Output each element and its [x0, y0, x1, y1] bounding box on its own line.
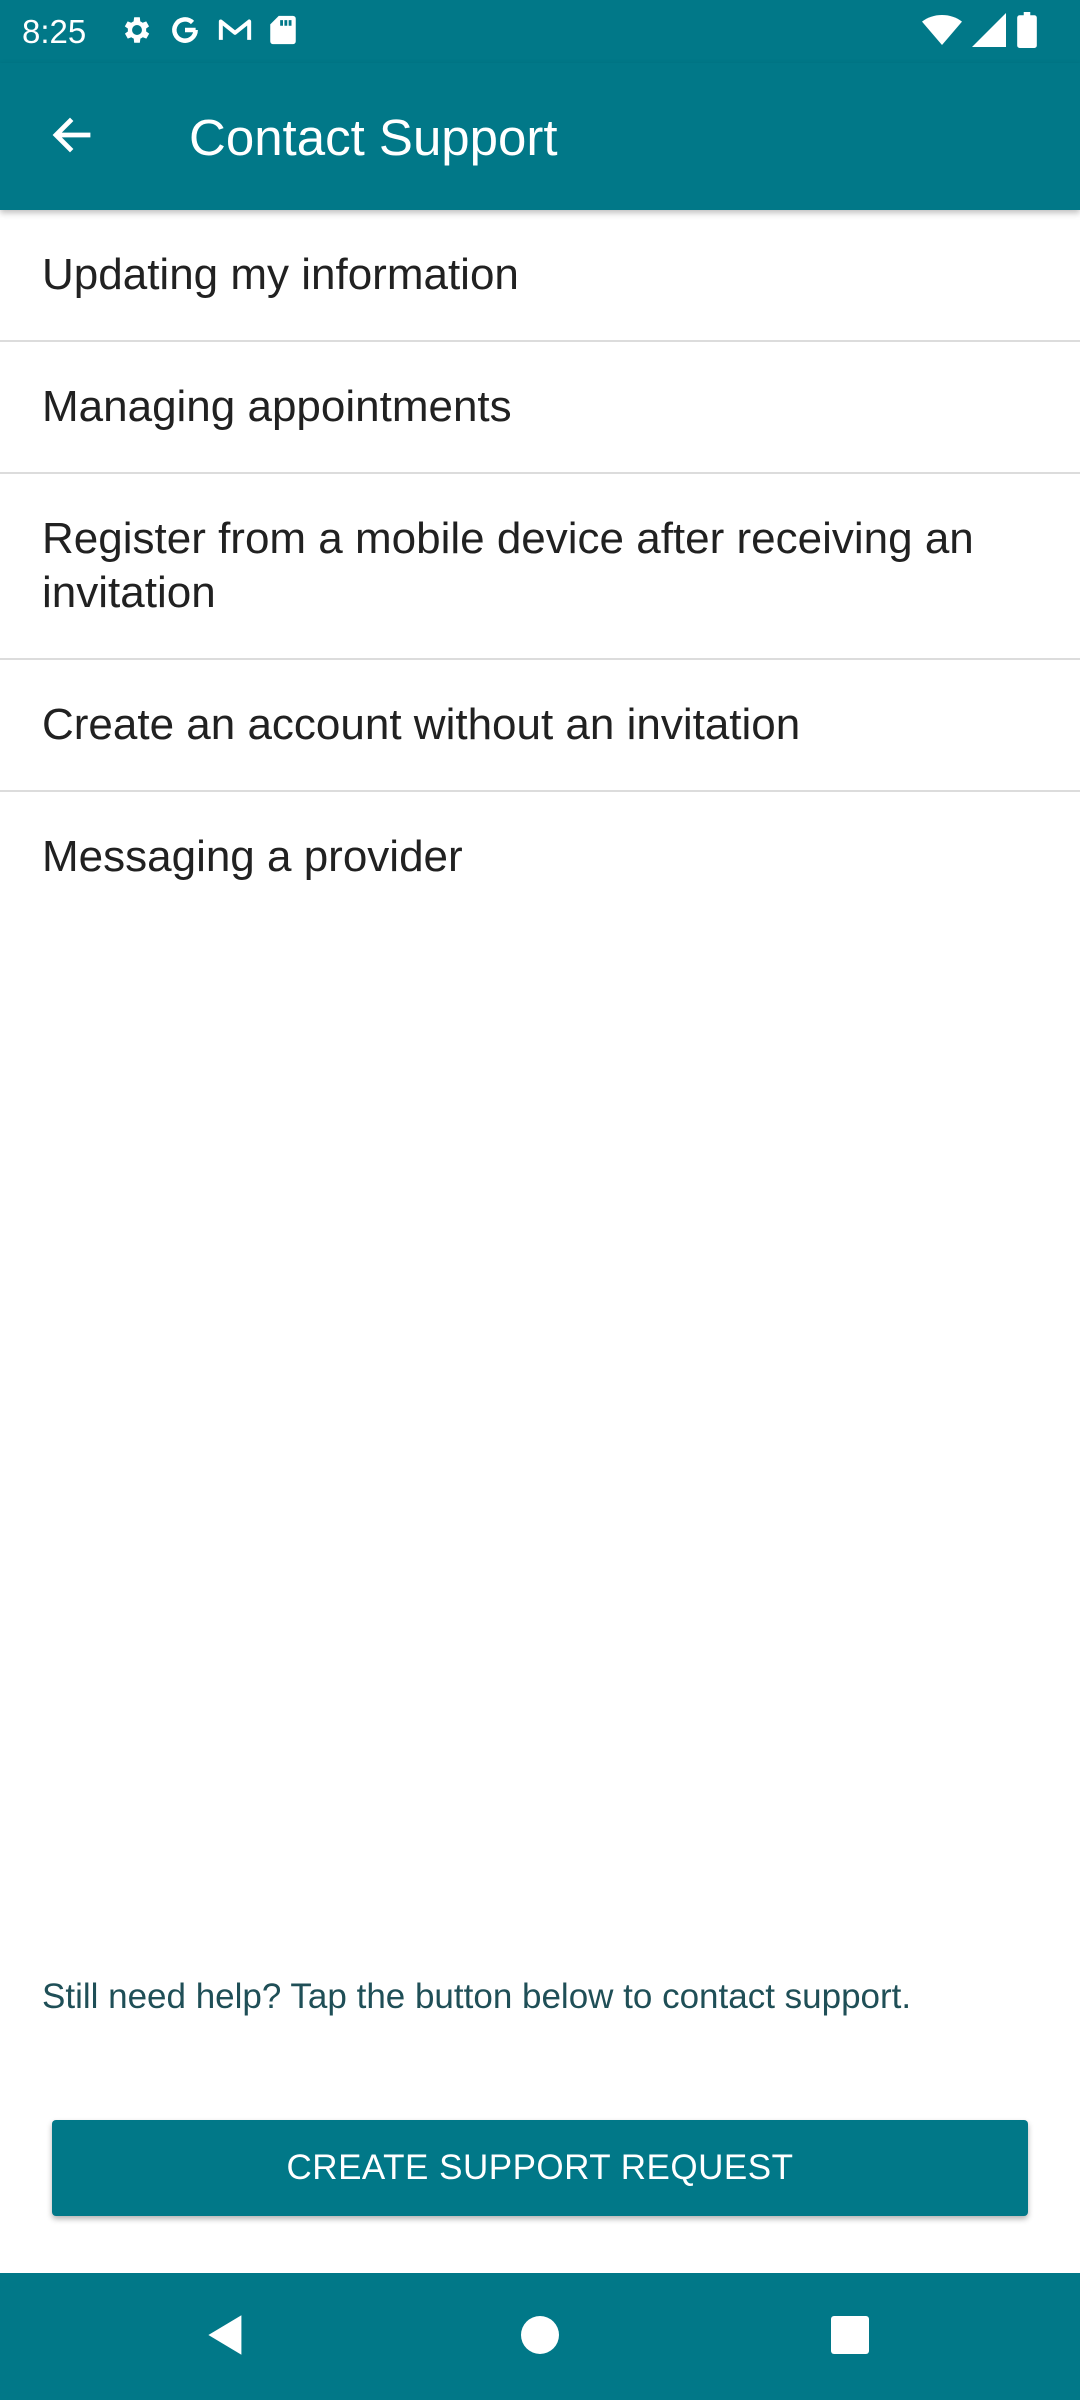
list-item[interactable]: Messaging a provider [0, 792, 1080, 922]
status-time: 8:25 [22, 13, 87, 50]
back-button[interactable] [34, 99, 110, 175]
support-topic-list: Updating my information Managing appoint… [0, 210, 1080, 922]
nav-recents-button[interactable] [814, 2301, 886, 2373]
back-triangle-icon [204, 2313, 248, 2362]
create-support-request-button[interactable]: CREATE SUPPORT REQUEST [52, 2120, 1028, 2216]
help-text: Still need help? Tap the button below to… [42, 1977, 912, 2016]
arrow-left-icon [48, 111, 96, 164]
status-bar: 8:25 [0, 0, 1080, 63]
gear-icon [120, 13, 154, 52]
gmail-icon [216, 13, 254, 52]
recents-square-icon [830, 2315, 870, 2360]
list-item[interactable]: Register from a mobile device after rece… [0, 474, 1080, 660]
signal-icon [972, 12, 1006, 52]
wifi-icon [922, 13, 962, 52]
status-icons-right [912, 11, 1038, 53]
list-item[interactable]: Updating my information [0, 210, 1080, 342]
navigation-bar [0, 2273, 1080, 2400]
nav-home-button[interactable] [504, 2301, 576, 2373]
home-circle-icon [520, 2315, 560, 2360]
battery-icon [1016, 11, 1038, 53]
app-bar: Contact Support [0, 63, 1080, 210]
list-item[interactable]: Create an account without an invitation [0, 660, 1080, 792]
status-icons-left [120, 13, 312, 51]
page-title: Contact Support [189, 109, 558, 166]
sd-card-icon [268, 13, 298, 52]
nav-back-button[interactable] [190, 2301, 262, 2373]
google-icon [168, 13, 202, 52]
list-item[interactable]: Managing appointments [0, 342, 1080, 474]
